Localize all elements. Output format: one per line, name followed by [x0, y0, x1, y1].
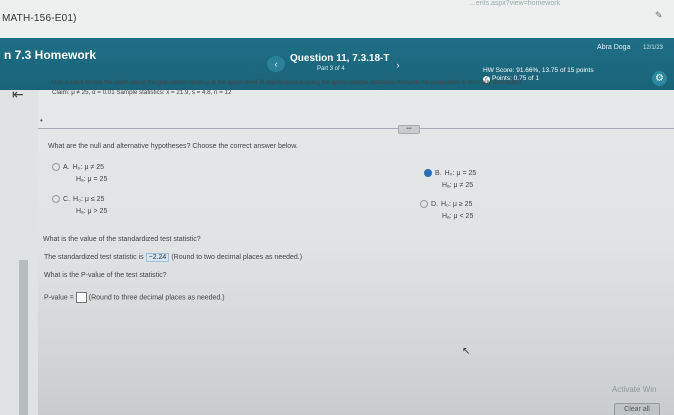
option-b-ha: Hₐ: μ ≠ 25 — [442, 182, 474, 189]
question-hypotheses: What are the null and alternative hypoth… — [48, 143, 298, 150]
expand-handle[interactable]: ••• — [398, 125, 420, 134]
question-part: Part 3 of 4 — [317, 66, 345, 72]
bullet-icon: • — [40, 116, 43, 125]
question-p-value: What is the P-value of the test statisti… — [44, 272, 167, 279]
screen: MATH-156-E01) ...ents.aspx?view=homework… — [0, 0, 674, 415]
date-label: 12/1/23 — [643, 45, 664, 51]
problem-line-2: Claim: μ ≠ 25, α = 0.01 Sample statistic… — [52, 88, 232, 96]
previous-question-button[interactable]: ‹ — [267, 56, 285, 72]
option-d-h0: H₀: μ ≥ 25 — [441, 201, 473, 208]
radio-b[interactable] — [424, 169, 432, 178]
course-name: MATH-156-E01) — [2, 13, 77, 24]
option-b-h0: H₀: μ = 25 — [444, 170, 477, 177]
option-a[interactable]: A. H₀: μ ≠ 25 — [52, 163, 104, 173]
option-c-letter: C. — [63, 196, 70, 203]
test-statistic-hint: (Round to two decimal places as needed.) — [171, 254, 303, 261]
option-d[interactable]: D. H₀: μ ≥ 25 — [420, 200, 472, 210]
settings-icon[interactable]: ⚙ — [652, 71, 667, 86]
test-statistic-answer: The standardized test statistic is −2.24(… — [44, 253, 302, 262]
option-b-letter: B. — [435, 170, 442, 177]
test-statistic-prefix: The standardized test statistic is — [44, 254, 144, 261]
activate-windows-watermark: Activate Win — [612, 385, 657, 394]
test-statistic-value[interactable]: −2.24 — [145, 253, 170, 262]
radio-d[interactable] — [420, 200, 428, 209]
scrollbar[interactable] — [19, 260, 28, 415]
radio-c[interactable] — [52, 195, 60, 204]
option-d-ha: Hₐ: μ < 25 — [442, 213, 474, 220]
problem-statement: Use a t-test to test the claim about the… — [52, 78, 632, 97]
p-value-answer: P-value = (Round to three decimal places … — [44, 292, 225, 303]
mouse-cursor-icon: ↖ — [462, 346, 471, 357]
option-c-h0: H₀: μ ≤ 25 — [73, 196, 105, 203]
divider — [38, 128, 674, 129]
option-b[interactable]: B. H₀: μ = 25 — [424, 169, 476, 179]
p-value-input[interactable] — [75, 292, 87, 303]
p-value-hint: (Round to three decimal places as needed… — [88, 294, 225, 302]
option-a-letter: A. — [63, 164, 70, 171]
question-title: Question 11, 7.3.18-T — [290, 53, 390, 64]
option-c-ha: Hₐ: μ > 25 — [76, 208, 108, 215]
problem-line-1: Use a t-test to test the claim about the… — [52, 79, 524, 86]
url-fragment: ...ents.aspx?view=homework — [470, 0, 561, 7]
option-c[interactable]: C. H₀: μ ≤ 25 — [52, 195, 104, 205]
option-d-letter: D. — [431, 201, 438, 208]
question-test-statistic: What is the value of the standardized te… — [43, 236, 201, 243]
homework-title: n 7.3 Homework — [4, 48, 97, 62]
back-to-start-icon[interactable]: ⇤ — [12, 86, 24, 103]
hw-score: HW Score: 91.66%, 13.75 of 15 points — [483, 67, 594, 74]
user-name: Abra Doga — [597, 44, 631, 51]
option-a-ha: Hₐ: μ = 25 — [76, 176, 108, 183]
help-icon[interactable]: ✎ — [655, 10, 663, 21]
top-bar: MATH-156-E01) ...ents.aspx?view=homework… — [0, 0, 674, 38]
clear-all-button[interactable]: Clear all — [614, 403, 660, 415]
p-value-prefix: P-value = — [44, 294, 74, 302]
radio-a[interactable] — [52, 163, 60, 172]
option-a-h0: H₀: μ ≠ 25 — [72, 164, 105, 171]
next-question-button[interactable]: › — [390, 58, 406, 72]
